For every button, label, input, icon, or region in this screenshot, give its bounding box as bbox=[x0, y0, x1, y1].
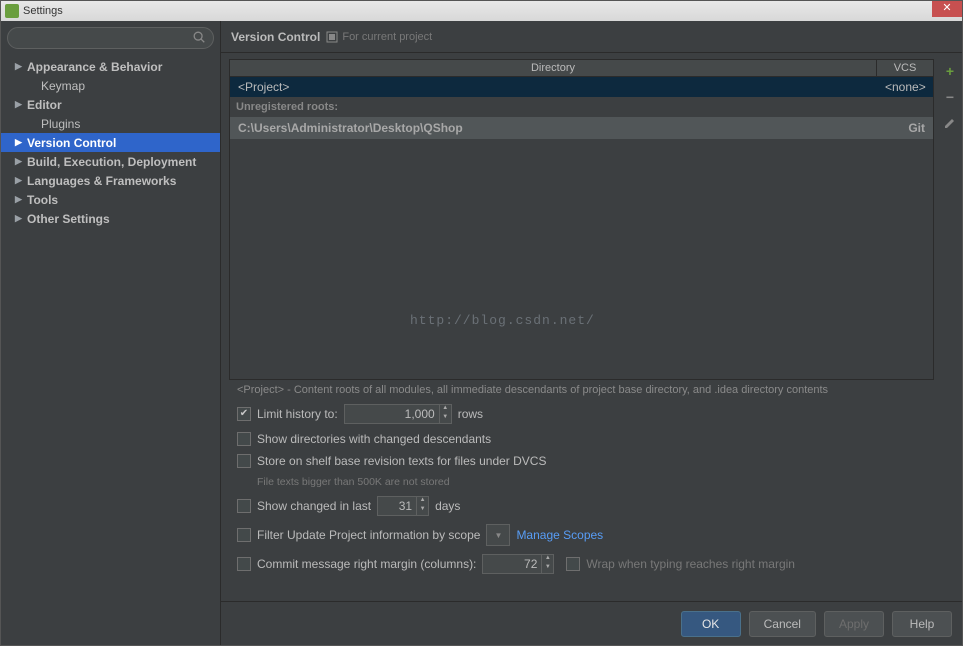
table-header: Directory VCS bbox=[230, 60, 933, 77]
sidebar-item-tools[interactable]: ▶Tools bbox=[1, 190, 220, 209]
sidebar-item-label: Plugins bbox=[41, 117, 80, 131]
show-dirs-label: Show directories with changed descendant… bbox=[257, 432, 491, 446]
limit-history-input[interactable] bbox=[344, 404, 440, 424]
limit-history-spinner[interactable]: ▲▼ bbox=[440, 404, 452, 424]
show-changed-spinner[interactable]: ▲▼ bbox=[417, 496, 429, 516]
app-icon bbox=[5, 4, 19, 18]
sidebar-item-editor[interactable]: ▶Editor bbox=[1, 95, 220, 114]
table-body: <Project> <none> Unregistered roots: C:\… bbox=[230, 77, 933, 379]
filter-scope-label: Filter Update Project information by sco… bbox=[257, 528, 480, 542]
titlebar: Settings ✕ bbox=[1, 1, 962, 21]
show-changed-field: ▲▼ bbox=[377, 496, 429, 516]
show-changed-suffix: days bbox=[435, 499, 460, 513]
filter-scope-checkbox[interactable] bbox=[237, 528, 251, 542]
side-toolbar: + − bbox=[938, 53, 962, 601]
sidebar-item-plugins[interactable]: Plugins bbox=[1, 114, 220, 133]
main-header: Version Control For current project bbox=[221, 21, 962, 53]
show-changed-input[interactable] bbox=[377, 496, 417, 516]
sidebar-item-label: Keymap bbox=[41, 79, 85, 93]
remove-button[interactable]: − bbox=[942, 89, 958, 105]
opt-show-changed: Show changed in last ▲▼ days bbox=[237, 496, 926, 516]
body: ▶Appearance & Behavior Keymap ▶Editor Pl… bbox=[1, 21, 962, 645]
cell-directory: <Project> bbox=[230, 80, 877, 94]
dialog-footer: OK Cancel Apply Help bbox=[221, 601, 962, 645]
show-changed-checkbox[interactable] bbox=[237, 499, 251, 513]
help-button[interactable]: Help bbox=[892, 611, 952, 637]
apply-button[interactable]: Apply bbox=[824, 611, 884, 637]
project-hint: <Project> - Content roots of all modules… bbox=[237, 384, 926, 396]
opt-show-dirs: Show directories with changed descendant… bbox=[237, 432, 926, 446]
opt-filter-scope: Filter Update Project information by sco… bbox=[237, 524, 926, 546]
settings-window: Settings ✕ ▶Appearance & Behavior Keymap… bbox=[0, 0, 963, 646]
commit-margin-checkbox[interactable] bbox=[237, 557, 251, 571]
opt-limit-history: Limit history to: ▲▼ rows bbox=[237, 404, 926, 424]
commit-margin-input[interactable] bbox=[482, 554, 542, 574]
window-close-button[interactable]: ✕ bbox=[932, 1, 962, 17]
limit-history-field: ▲▼ bbox=[344, 404, 452, 424]
breadcrumb: Version Control bbox=[231, 30, 320, 44]
edit-button[interactable] bbox=[942, 115, 958, 131]
manage-scopes-link[interactable]: Manage Scopes bbox=[516, 528, 603, 542]
sidebar-item-build[interactable]: ▶Build, Execution, Deployment bbox=[1, 152, 220, 171]
sidebar-item-label: Build, Execution, Deployment bbox=[27, 155, 196, 169]
limit-history-checkbox[interactable] bbox=[237, 407, 251, 421]
sidebar-item-label: Languages & Frameworks bbox=[27, 174, 176, 188]
sidebar-item-label: Version Control bbox=[27, 136, 116, 150]
commit-margin-field: ▲▼ bbox=[482, 554, 554, 574]
search-wrap bbox=[1, 21, 220, 55]
store-shelf-hint: File texts bigger than 500K are not stor… bbox=[237, 476, 926, 488]
show-dirs-checkbox[interactable] bbox=[237, 432, 251, 446]
settings-tree: ▶Appearance & Behavior Keymap ▶Editor Pl… bbox=[1, 55, 220, 645]
limit-history-suffix: rows bbox=[458, 407, 483, 421]
commit-margin-spinner[interactable]: ▲▼ bbox=[542, 554, 554, 574]
watermark-text: http://blog.csdn.net/ bbox=[410, 313, 595, 328]
cell-vcs: <none> bbox=[877, 80, 933, 94]
table-row-unregistered[interactable]: C:\Users\Administrator\Desktop\QShop Git bbox=[230, 117, 933, 139]
scope-label: For current project bbox=[342, 31, 432, 43]
sidebar-item-label: Editor bbox=[27, 98, 62, 112]
col-directory[interactable]: Directory bbox=[230, 60, 877, 76]
store-shelf-checkbox[interactable] bbox=[237, 454, 251, 468]
table-row[interactable]: <Project> <none> bbox=[230, 77, 933, 97]
wrap-checkbox[interactable] bbox=[566, 557, 580, 571]
unregistered-label: Unregistered roots: bbox=[230, 97, 933, 117]
content-inner: Directory VCS <Project> <none> Unregiste… bbox=[221, 53, 938, 601]
commit-margin-label: Commit message right margin (columns): bbox=[257, 557, 476, 571]
cancel-button[interactable]: Cancel bbox=[749, 611, 816, 637]
sidebar-item-label: Tools bbox=[27, 193, 58, 207]
opt-commit-margin: Commit message right margin (columns): ▲… bbox=[237, 554, 926, 574]
col-vcs[interactable]: VCS bbox=[877, 60, 933, 76]
sidebar-item-version-control[interactable]: ▶Version Control bbox=[1, 133, 220, 152]
wrap-label: Wrap when typing reaches right margin bbox=[586, 557, 795, 571]
sidebar-item-label: Other Settings bbox=[27, 212, 110, 226]
vcs-table: Directory VCS <Project> <none> Unregiste… bbox=[229, 59, 934, 380]
main: Version Control For current project Dire… bbox=[221, 21, 962, 645]
sidebar-item-appearance[interactable]: ▶Appearance & Behavior bbox=[1, 57, 220, 76]
store-shelf-label: Store on shelf base revision texts for f… bbox=[257, 454, 546, 468]
cell-directory: C:\Users\Administrator\Desktop\QShop bbox=[230, 121, 877, 135]
scope-combo[interactable]: ▼ bbox=[486, 524, 510, 546]
window-title: Settings bbox=[23, 5, 63, 17]
ok-button[interactable]: OK bbox=[681, 611, 741, 637]
search-input[interactable] bbox=[7, 27, 214, 49]
project-scope-icon bbox=[326, 31, 338, 43]
options-panel: <Project> - Content roots of all modules… bbox=[229, 380, 934, 582]
cell-vcs: Git bbox=[877, 121, 933, 135]
sidebar-item-label: Appearance & Behavior bbox=[27, 60, 162, 74]
sidebar: ▶Appearance & Behavior Keymap ▶Editor Pl… bbox=[1, 21, 221, 645]
limit-history-label: Limit history to: bbox=[257, 407, 338, 421]
sidebar-item-languages[interactable]: ▶Languages & Frameworks bbox=[1, 171, 220, 190]
opt-store-shelf: Store on shelf base revision texts for f… bbox=[237, 454, 926, 468]
sidebar-item-other[interactable]: ▶Other Settings bbox=[1, 209, 220, 228]
search-icon bbox=[192, 30, 206, 44]
show-changed-label: Show changed in last bbox=[257, 499, 371, 513]
sidebar-item-keymap[interactable]: Keymap bbox=[1, 76, 220, 95]
content: Directory VCS <Project> <none> Unregiste… bbox=[221, 53, 962, 601]
add-button[interactable]: + bbox=[942, 63, 958, 79]
